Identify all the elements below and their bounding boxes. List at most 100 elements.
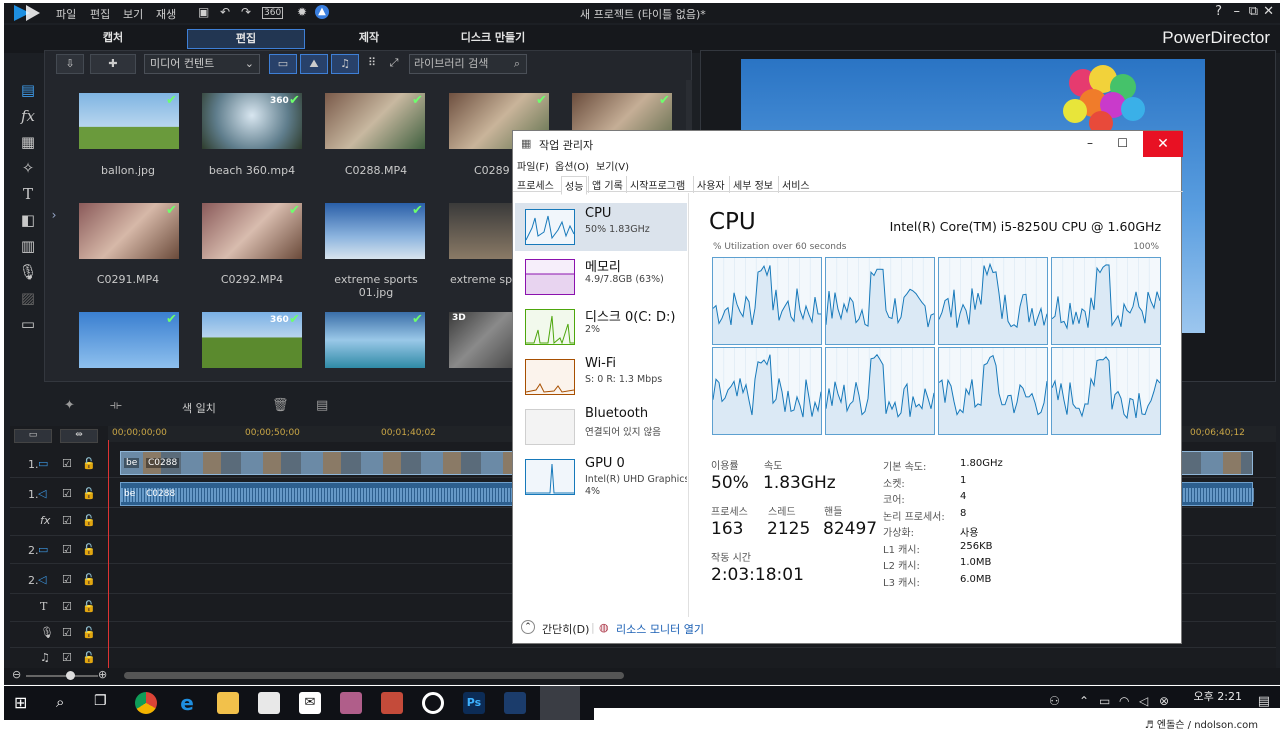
- redo-icon[interactable]: ↷: [241, 5, 251, 19]
- search-icon[interactable]: ⌕: [56, 693, 64, 711]
- lock-icon[interactable]: 🔓: [82, 543, 96, 556]
- color-match-button[interactable]: 색 일치: [182, 400, 216, 416]
- media-thumb[interactable]: [79, 203, 179, 259]
- particle-room-icon[interactable]: ✧: [18, 158, 38, 178]
- media-thumb[interactable]: [79, 93, 179, 149]
- chapter-room-icon[interactable]: ▨: [18, 288, 38, 308]
- pip-room-icon[interactable]: ▦: [18, 132, 38, 152]
- fx-room-icon[interactable]: fx: [18, 106, 38, 126]
- track-manager-button[interactable]: ▭: [14, 429, 52, 443]
- media-thumb[interactable]: [202, 203, 302, 259]
- file-explorer-icon[interactable]: [217, 692, 239, 714]
- photoshop-icon[interactable]: Ps: [463, 692, 485, 714]
- magic-tool-icon[interactable]: ✦: [64, 398, 75, 413]
- menu-file[interactable]: 파일: [56, 6, 76, 22]
- resource-memory[interactable]: 메모리 4.9/7.8GB (63%): [515, 253, 687, 301]
- app-icon[interactable]: [381, 692, 403, 714]
- lock-icon[interactable]: 🔓: [82, 457, 96, 470]
- upgrade-icon[interactable]: ▲: [315, 5, 329, 19]
- collapse-arrow-icon[interactable]: ›: [44, 208, 64, 228]
- filter-video-button[interactable]: ▭: [269, 54, 297, 74]
- media-content-select[interactable]: 미디어 컨텐트 ⌄: [144, 54, 260, 74]
- tray-up-icon[interactable]: ⌃: [1079, 694, 1089, 708]
- chevron-up-icon[interactable]: ⌃: [521, 620, 535, 634]
- filter-audio-button[interactable]: ♫: [331, 54, 359, 74]
- grid-view-icon[interactable]: ⠿: [362, 54, 382, 74]
- battery-icon[interactable]: ▭: [1099, 694, 1110, 708]
- minimize-button[interactable]: –: [1087, 136, 1093, 150]
- filter-image-button[interactable]: ⛰: [300, 54, 328, 74]
- lock-icon[interactable]: 🔓: [82, 573, 96, 586]
- timeline-scrollbar[interactable]: [124, 672, 624, 679]
- menu-edit[interactable]: 편집: [90, 6, 110, 22]
- tab-capture[interactable]: 캡처: [54, 29, 172, 49]
- media-thumb[interactable]: [325, 203, 425, 259]
- track-enable-checkbox[interactable]: ☑: [62, 514, 72, 527]
- menu-view[interactable]: 보기: [123, 6, 143, 22]
- chrome-icon[interactable]: [135, 692, 157, 714]
- lock-icon[interactable]: 🔓: [82, 626, 96, 639]
- playhead[interactable]: [108, 440, 109, 680]
- title-room-icon[interactable]: T: [18, 184, 38, 204]
- restore-button[interactable]: ⧉: [1249, 4, 1258, 19]
- app-icon[interactable]: [340, 692, 362, 714]
- transition-room-icon[interactable]: ◧: [18, 210, 38, 230]
- track-enable-checkbox[interactable]: ☑: [62, 600, 72, 613]
- lock-icon[interactable]: 🔓: [82, 487, 96, 500]
- zoom-in-icon[interactable]: ⊕: [98, 668, 107, 681]
- zoom-slider[interactable]: [26, 675, 98, 677]
- tab-startup[interactable]: 시작프로그램: [626, 176, 688, 193]
- lock-icon[interactable]: 🔓: [82, 514, 96, 527]
- import-button[interactable]: ⇩: [56, 54, 84, 74]
- menu-view[interactable]: 보기(V): [596, 158, 629, 173]
- action-center-icon[interactable]: ▤: [1258, 694, 1270, 709]
- media-thumb[interactable]: [325, 93, 425, 149]
- tab-processes[interactable]: 프로세스: [514, 176, 557, 193]
- store-icon[interactable]: [258, 692, 280, 714]
- tab-app-history[interactable]: 앱 기록: [588, 176, 626, 193]
- resource-cpu[interactable]: CPU 50% 1.83GHz: [515, 203, 687, 251]
- split-icon[interactable]: ⟛: [110, 398, 122, 413]
- lock-icon[interactable]: 🔓: [82, 600, 96, 613]
- track-enable-checkbox[interactable]: ☑: [62, 487, 72, 500]
- media-thumb[interactable]: [325, 312, 425, 368]
- search-icon[interactable]: ⌕: [514, 55, 520, 73]
- close-button[interactable]: ✕: [1143, 131, 1183, 157]
- 360-icon[interactable]: 360: [262, 7, 284, 19]
- edge-icon[interactable]: e: [176, 692, 198, 714]
- library-search-input[interactable]: 라이브러리 검색 ⌕: [409, 54, 527, 74]
- tab-produce[interactable]: 제작: [310, 29, 428, 49]
- track-enable-checkbox[interactable]: ☑: [62, 626, 72, 639]
- mail-icon[interactable]: ✉: [299, 692, 321, 714]
- tab-create-disc[interactable]: 디스크 만들기: [434, 29, 552, 49]
- track-enable-checkbox[interactable]: ☑: [62, 457, 72, 470]
- expand-icon[interactable]: ⤢: [384, 54, 404, 74]
- close-button[interactable]: ✕: [1263, 4, 1274, 19]
- voiceover-room-icon[interactable]: 🎙: [18, 262, 38, 282]
- clock[interactable]: 오후 2:21: [1194, 688, 1242, 704]
- menu-play[interactable]: 재생: [156, 6, 176, 22]
- resource-wifi[interactable]: Wi-Fi S: 0 R: 1.3 Mbps: [515, 353, 687, 401]
- fewer-details-link[interactable]: 간단히(D): [542, 621, 589, 637]
- track-enable-checkbox[interactable]: ☑: [62, 651, 72, 664]
- track-enable-checkbox[interactable]: ☑: [62, 543, 72, 556]
- windows-start-icon[interactable]: ⊞: [14, 693, 27, 712]
- task-manager-taskbar-icon[interactable]: [540, 686, 580, 720]
- subtitle-room-icon[interactable]: ▭: [18, 314, 38, 334]
- menu-options[interactable]: 옵션(O): [555, 158, 589, 173]
- delete-icon[interactable]: 🗑: [272, 398, 289, 413]
- track-enable-checkbox[interactable]: ☑: [62, 573, 72, 586]
- wifi-icon[interactable]: ◠: [1119, 694, 1129, 708]
- resource-disk[interactable]: 디스크 0(C: D:) 2%: [515, 303, 687, 351]
- undo-icon[interactable]: ↶: [220, 5, 230, 19]
- open-resource-monitor-link[interactable]: 리소스 모니터 열기: [616, 621, 704, 637]
- people-icon[interactable]: ⚇: [1049, 694, 1060, 708]
- tab-details[interactable]: 세부 정보: [729, 176, 776, 193]
- help-icon[interactable]: ?: [1215, 4, 1222, 19]
- media-thumb[interactable]: [449, 203, 513, 259]
- volume-icon[interactable]: ◁: [1139, 694, 1148, 708]
- zoom-out-icon[interactable]: ⊖: [12, 668, 21, 681]
- media-thumb[interactable]: [79, 312, 179, 368]
- powerdirector-taskbar-icon[interactable]: [504, 692, 526, 714]
- lock-icon[interactable]: 🔓: [82, 651, 96, 664]
